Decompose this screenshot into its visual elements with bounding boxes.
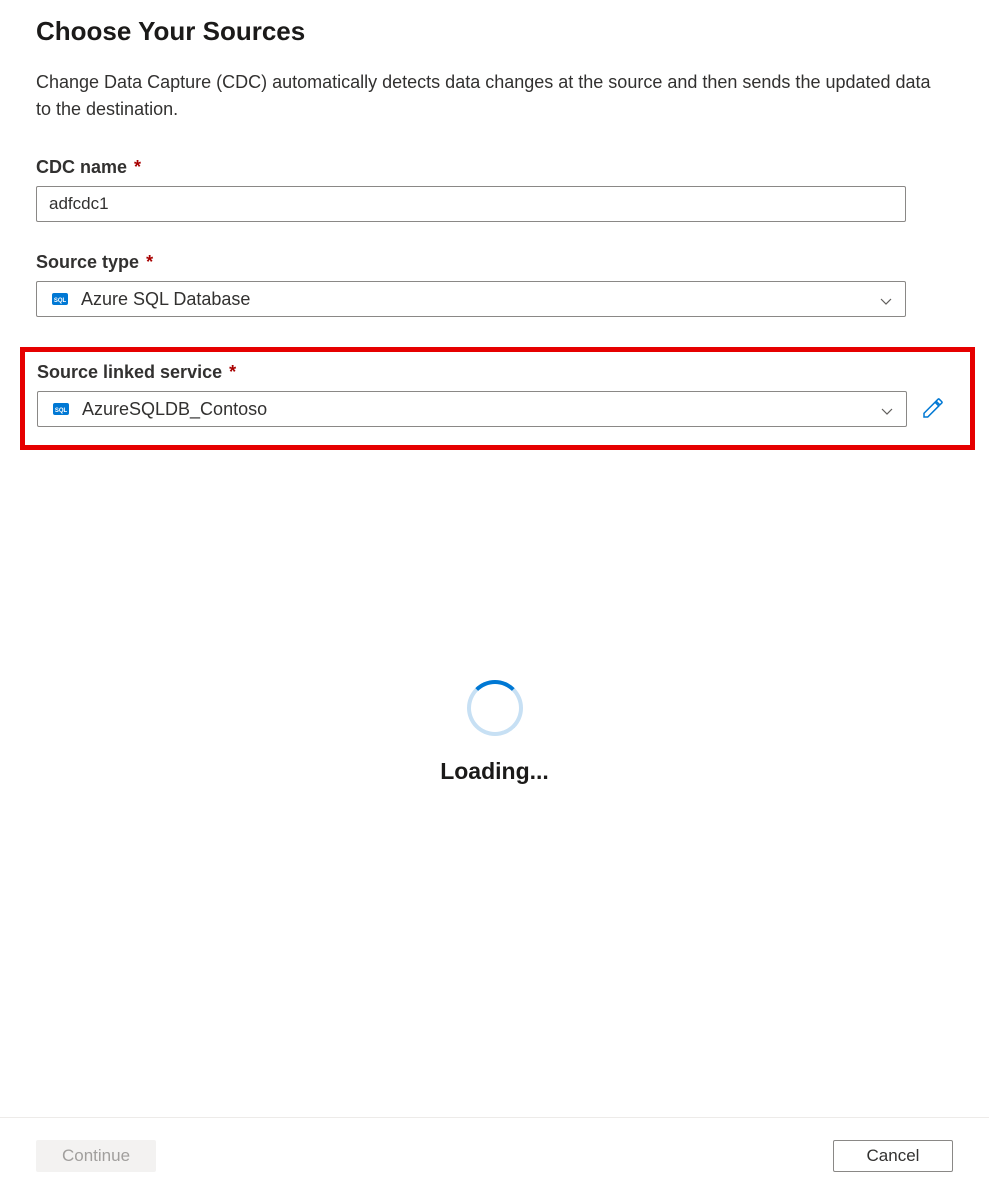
- source-linked-service-label: Source linked service *: [37, 362, 236, 383]
- required-asterisk: *: [146, 252, 153, 272]
- loading-text: Loading...: [440, 758, 549, 785]
- pencil-icon: [921, 396, 945, 423]
- loading-section: Loading...: [36, 680, 953, 785]
- edit-linked-service-button[interactable]: [917, 392, 949, 427]
- required-asterisk: *: [134, 157, 141, 177]
- continue-button[interactable]: Continue: [36, 1140, 156, 1172]
- source-linked-service-highlighted: Source linked service * SQL AzureSQLDB_C…: [20, 347, 975, 450]
- svg-text:SQL: SQL: [55, 408, 68, 414]
- source-linked-service-select[interactable]: SQL AzureSQLDB_Contoso: [37, 391, 907, 427]
- page-description: Change Data Capture (CDC) automatically …: [36, 69, 936, 123]
- page-title: Choose Your Sources: [36, 16, 953, 47]
- spinner-icon: [467, 680, 523, 736]
- sql-icon: SQL: [51, 290, 69, 308]
- source-type-label-text: Source type: [36, 252, 139, 272]
- chevron-down-icon: [880, 402, 894, 416]
- source-type-value: Azure SQL Database: [81, 289, 250, 310]
- cdc-name-field-group: CDC name *: [36, 157, 953, 222]
- cancel-button[interactable]: Cancel: [833, 1140, 953, 1172]
- svg-text:SQL: SQL: [54, 298, 67, 304]
- cdc-name-label-text: CDC name: [36, 157, 127, 177]
- required-asterisk: *: [229, 362, 236, 382]
- footer: Continue Cancel: [0, 1117, 989, 1194]
- source-type-label: Source type *: [36, 252, 153, 273]
- chevron-down-icon: [879, 292, 893, 306]
- source-linked-service-value: AzureSQLDB_Contoso: [82, 399, 267, 420]
- source-type-select[interactable]: SQL Azure SQL Database: [36, 281, 906, 317]
- cdc-name-label: CDC name *: [36, 157, 141, 178]
- sql-icon: SQL: [52, 400, 70, 418]
- cdc-name-input[interactable]: [36, 186, 906, 222]
- source-type-field-group: Source type * SQL Azure SQL Database: [36, 252, 953, 317]
- source-linked-service-label-text: Source linked service: [37, 362, 222, 382]
